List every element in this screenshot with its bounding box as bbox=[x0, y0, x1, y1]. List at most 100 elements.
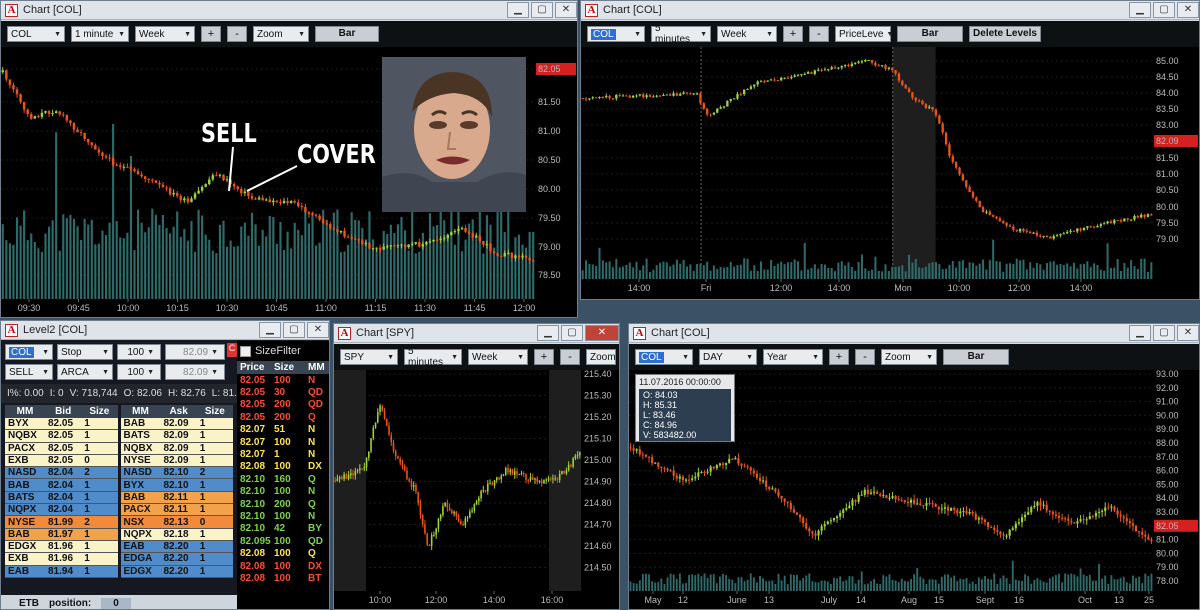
symbol-select[interactable]: COL bbox=[5, 344, 53, 360]
bar-style-button[interactable]: Bar bbox=[897, 26, 963, 42]
ask-row[interactable]: NQBX 82.09 1 bbox=[120, 442, 233, 455]
sizefilter-toggle[interactable]: SizeFilter bbox=[237, 341, 329, 361]
range-select[interactable]: Week bbox=[717, 26, 777, 42]
zoom-in-button[interactable]: + bbox=[783, 26, 803, 42]
candle bbox=[399, 458, 402, 464]
ask-book: MM Ask Size BAB 82.09 1 BATS 82.09 1 NQBX 82.09 1 NY… bbox=[120, 405, 233, 578]
maximize-icon[interactable]: ▢ bbox=[1153, 325, 1175, 341]
stop-price-input[interactable]: 82.09 bbox=[165, 344, 225, 360]
candle bbox=[1045, 236, 1049, 238]
volume-bar bbox=[817, 268, 820, 279]
bid-row[interactable]: BAB 82.04 1 bbox=[5, 479, 118, 492]
volume-bar bbox=[1039, 264, 1042, 279]
bid-row[interactable]: EDGX 81.96 1 bbox=[5, 540, 118, 554]
price-chart[interactable]: 215.40 215.30 215.20 215.10 215.00 214.90 214.… bbox=[334, 369, 619, 609]
candle bbox=[635, 95, 638, 97]
bar-style-button[interactable]: Bar bbox=[943, 349, 1009, 365]
interval-select[interactable]: DAY bbox=[699, 349, 757, 365]
minimize-icon[interactable]: ▁ bbox=[1129, 325, 1151, 341]
bid-row[interactable]: BYX 82.05 1 bbox=[5, 418, 118, 431]
limit-price-input[interactable]: 82.09 bbox=[165, 364, 225, 380]
order-type-select[interactable]: Stop bbox=[57, 344, 113, 360]
ohlc-tooltip: 11.07.2016 00:00:00 O: 84.03 H: 85.31 L:… bbox=[635, 374, 735, 442]
candle bbox=[424, 524, 426, 534]
bid-row[interactable]: BATS 82.04 1 bbox=[5, 491, 118, 505]
title-bar[interactable]: A Chart [COL] ▁ ▢ ✕ bbox=[581, 1, 1199, 20]
close-icon[interactable]: ✕ bbox=[1177, 2, 1199, 18]
interval-select[interactable]: 5 minutes bbox=[651, 23, 711, 45]
maximize-icon[interactable]: ▢ bbox=[561, 325, 583, 341]
side-select[interactable]: SELL bbox=[5, 364, 53, 380]
ask-row[interactable]: BAB 82.09 1 bbox=[120, 418, 233, 431]
interval-select[interactable]: 5 minutes bbox=[404, 346, 462, 368]
volume-bar bbox=[1062, 264, 1065, 279]
ask-row[interactable]: NQPX 82.18 1 bbox=[120, 528, 233, 541]
title-bar[interactable]: A Chart [SPY] ▁ ▢ ✕ bbox=[334, 324, 619, 343]
delete-levels-button[interactable]: Delete Levels bbox=[969, 26, 1041, 42]
minimize-icon[interactable]: ▁ bbox=[259, 322, 281, 338]
symbol-select[interactable]: COL bbox=[635, 349, 693, 365]
ask-row[interactable]: NSX 82.13 0 bbox=[120, 516, 233, 529]
trade-cell: 1 bbox=[274, 449, 280, 461]
ask-row[interactable]: NASD 82.10 2 bbox=[120, 467, 233, 480]
minimize-icon[interactable]: ▁ bbox=[1129, 2, 1151, 18]
minimize-icon[interactable]: ▁ bbox=[537, 325, 559, 341]
zoom-out-button[interactable]: - bbox=[855, 349, 875, 365]
close-icon[interactable]: ✕ bbox=[307, 322, 329, 338]
ask-row[interactable]: EDGA 82.20 1 bbox=[120, 553, 233, 566]
bid-row[interactable]: EXB 81.96 1 bbox=[5, 553, 118, 566]
zoom-out-button[interactable]: - bbox=[560, 349, 580, 365]
zoom-in-button[interactable]: + bbox=[829, 349, 849, 365]
symbol-select[interactable]: SPY bbox=[340, 349, 398, 365]
title-bar[interactable]: A Chart [COL] ▁ ▢ ✕ bbox=[629, 324, 1199, 343]
quantity-input[interactable]: 100 bbox=[117, 344, 161, 360]
candle bbox=[534, 478, 536, 480]
price-chart[interactable]: 85.00 84.50 84.00 83.50 83.00 82.09 81.50 81.00… bbox=[581, 47, 1199, 299]
volume-bar bbox=[790, 262, 793, 279]
volume-bar bbox=[669, 266, 672, 279]
maximize-icon[interactable]: ▢ bbox=[1153, 2, 1175, 18]
volume-bar bbox=[725, 575, 728, 591]
ask-row[interactable]: NYSE 82.09 1 bbox=[120, 454, 233, 468]
ask-row[interactable]: EDGX 82.20 1 bbox=[120, 565, 233, 578]
title-bar[interactable]: A Level2 [COL] ▁ ▢ ✕ bbox=[1, 321, 329, 340]
ask-row[interactable]: BYX 82.10 1 bbox=[120, 479, 233, 492]
range-select[interactable]: Year bbox=[763, 349, 823, 365]
route-select[interactable]: ARCA bbox=[57, 364, 113, 380]
bid-row[interactable]: EAB 81.94 1 bbox=[5, 565, 118, 578]
quantity-input-2[interactable]: 100 bbox=[117, 364, 161, 380]
volume-bar bbox=[1110, 575, 1113, 591]
close-icon[interactable]: ✕ bbox=[585, 325, 619, 341]
book-cell: 82.20 bbox=[163, 565, 189, 577]
candle bbox=[914, 97, 917, 101]
bid-row[interactable]: EXB 82.05 0 bbox=[5, 454, 118, 468]
zoom-select[interactable]: Zoom bbox=[881, 349, 937, 365]
candle bbox=[743, 89, 746, 95]
bid-row[interactable]: NQPX 82.04 1 bbox=[5, 504, 118, 517]
indicator-select[interactable]: PriceLeve bbox=[835, 26, 891, 42]
ask-row[interactable]: EAB 82.20 1 bbox=[120, 540, 233, 554]
maximize-icon[interactable]: ▢ bbox=[283, 322, 305, 338]
ask-row[interactable]: BATS 82.09 1 bbox=[120, 430, 233, 443]
symbol-select[interactable]: COL bbox=[587, 26, 645, 42]
bid-row[interactable]: PACX 82.05 1 bbox=[5, 442, 118, 455]
bid-row[interactable]: NQBX 82.05 1 bbox=[5, 430, 118, 443]
range-select[interactable]: Week bbox=[468, 349, 528, 365]
candle bbox=[1030, 507, 1033, 513]
candle bbox=[854, 500, 857, 502]
close-icon[interactable]: ✕ bbox=[1177, 325, 1199, 341]
zoom-out-button[interactable]: - bbox=[809, 26, 829, 42]
sizefilter-checkbox[interactable] bbox=[240, 345, 251, 357]
volume-bar bbox=[672, 574, 675, 591]
bid-row[interactable]: BAB 81.97 1 bbox=[5, 528, 118, 541]
zoom-in-button[interactable]: + bbox=[534, 349, 554, 365]
bid-row[interactable]: NASD 82.04 2 bbox=[5, 467, 118, 480]
zoom-select[interactable]: Zoom bbox=[586, 349, 616, 365]
volume-bar bbox=[629, 581, 632, 591]
candle bbox=[655, 95, 658, 97]
ask-row[interactable]: PACX 82.11 1 bbox=[120, 504, 233, 517]
bid-row[interactable]: NYSE 81.99 2 bbox=[5, 516, 118, 529]
book-cell: 2 bbox=[84, 467, 90, 479]
cancel-button[interactable]: C bbox=[227, 343, 237, 357]
ask-row[interactable]: BAB 82.11 1 bbox=[120, 491, 233, 505]
